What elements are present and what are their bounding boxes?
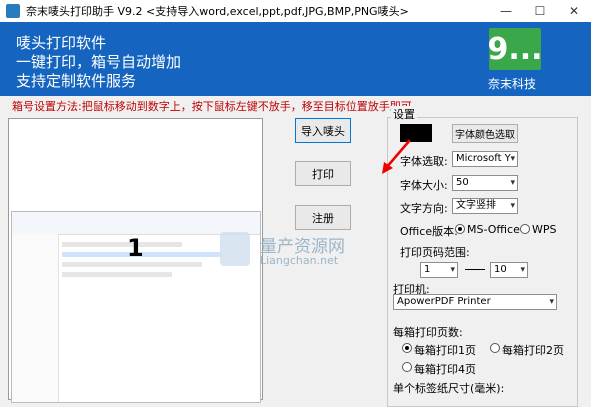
close-icon[interactable]: ✕ <box>557 0 591 22</box>
instruction-hint: 箱号设置方法:把鼠标移动到数字上，按下鼠标左键不放手，移至目标位置放手即可 <box>12 100 412 113</box>
watermark-en: Liangchan.net <box>260 254 339 267</box>
preview-row <box>62 262 202 267</box>
app-icon <box>6 4 20 18</box>
company-logo: 9... <box>487 28 543 70</box>
minimize-icon[interactable]: — <box>489 0 523 22</box>
direction-select-value: 文字竖排 <box>456 200 496 211</box>
chevron-down-icon: ▾ <box>510 154 515 164</box>
opt-1page: 每箱打印1页 <box>414 344 476 357</box>
font-label: 字体选取: <box>400 155 448 168</box>
chevron-down-icon: ▾ <box>520 265 525 275</box>
page-range-label: 打印页码范围: <box>400 246 470 259</box>
size-label: 字体大小: <box>400 179 448 192</box>
maximize-icon[interactable]: ☐ <box>523 0 557 22</box>
printer-select[interactable]: ApowerPDF Printer ▾ <box>393 294 557 310</box>
radio-2page[interactable] <box>490 343 500 353</box>
watermark: 量产资源网 Liangchan.net <box>218 230 368 274</box>
window-controls: — ☐ ✕ <box>489 0 591 22</box>
register-button[interactable]: 注册 <box>295 205 351 230</box>
banner-line-1: 唛头打印软件 <box>16 34 107 52</box>
settings-title: 设置 <box>391 106 417 122</box>
radio-4page[interactable] <box>402 362 412 372</box>
office-label: Office版本: <box>400 225 458 238</box>
direction-select[interactable]: 文字竖排 ▾ <box>452 198 518 214</box>
page-to-value: 10 <box>494 264 507 275</box>
box-number[interactable]: 1 <box>127 234 144 262</box>
chevron-down-icon: ▾ <box>510 178 515 188</box>
direction-label: 文字方向: <box>400 202 448 215</box>
office-opt-wps: WPS <box>532 223 557 236</box>
banner-line-2: 一键打印，箱号自动增加 <box>16 53 182 71</box>
page-range-dash <box>465 269 485 270</box>
radio-1page[interactable] <box>402 343 412 353</box>
size-select[interactable]: 50 ▾ <box>452 175 518 191</box>
preview-tree <box>12 234 59 402</box>
chevron-down-icon: ▾ <box>549 297 554 307</box>
banner-line-3: 支持定制软件服务 <box>16 72 137 90</box>
window-title: 奈末唛头打印助手 V9.2 <支持导入word,excel,ppt,pdf,JP… <box>26 5 409 18</box>
font-select-value: Microsoft Y <box>456 153 511 164</box>
page-from-select[interactable]: 1 ▾ <box>420 262 458 278</box>
page-to-select[interactable]: 10 ▾ <box>490 262 528 278</box>
font-select[interactable]: Microsoft Y ▾ <box>452 151 518 167</box>
chevron-down-icon: ▾ <box>450 265 455 275</box>
preview-row <box>62 242 182 247</box>
office-radio-wps[interactable] <box>520 224 530 234</box>
printer-select-value: ApowerPDF Printer <box>397 296 491 307</box>
size-select-value: 50 <box>456 177 469 188</box>
watermark-logo-icon <box>220 232 250 266</box>
company-name: 奈末科技 <box>488 77 537 91</box>
opt-4page: 每箱打印4页 <box>414 363 476 376</box>
title-bar: 奈末唛头打印助手 V9.2 <支持导入word,excel,ppt,pdf,JP… <box>0 0 591 23</box>
office-radio-ms[interactable] <box>455 224 465 234</box>
pages-per-box-label: 每箱打印页数: <box>393 326 463 339</box>
import-button[interactable]: 导入唛头 <box>295 118 351 143</box>
opt-2page: 每箱打印2页 <box>502 344 564 357</box>
page-from-value: 1 <box>424 264 431 275</box>
preview-row <box>62 272 172 277</box>
chevron-down-icon: ▾ <box>510 201 515 211</box>
office-opt-ms: MS-Office <box>467 223 520 236</box>
print-button[interactable]: 打印 <box>295 161 351 186</box>
font-color-button[interactable]: 字体颜色选取 <box>452 124 518 143</box>
label-size-label: 单个标签纸尺寸(毫米): <box>393 382 505 395</box>
